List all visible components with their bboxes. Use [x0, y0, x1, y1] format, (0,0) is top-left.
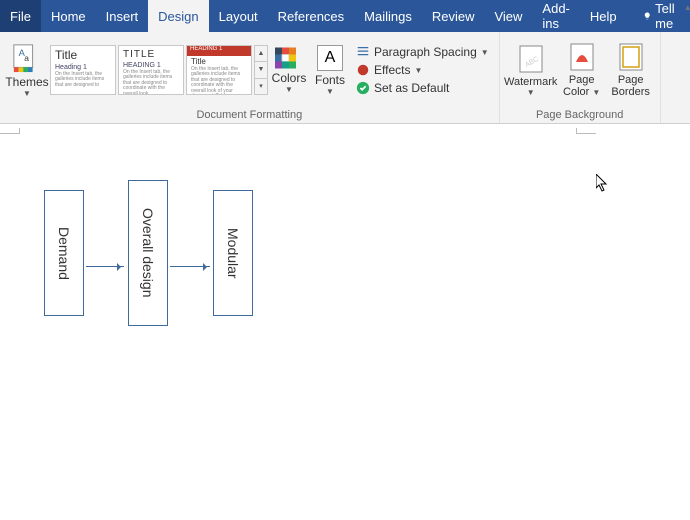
page-color-icon — [569, 42, 595, 72]
tab-review[interactable]: Review — [422, 0, 485, 32]
lightbulb-icon — [643, 9, 652, 23]
paragraph-spacing-icon — [356, 45, 370, 59]
svg-text:a: a — [24, 53, 29, 63]
check-circle-icon — [356, 81, 370, 95]
style-set-3[interactable]: HEADING 1 Title On the Insert tab, the g… — [186, 45, 252, 95]
fonts-icon: A — [317, 45, 343, 71]
tab-bar: File Home Insert Design Layout Reference… — [0, 0, 690, 32]
chevron-down-icon: ▼ — [414, 66, 422, 75]
shape-box-modular[interactable]: Modular — [213, 190, 253, 316]
gallery-more[interactable]: ▾ — [255, 79, 267, 94]
tab-home[interactable]: Home — [41, 0, 96, 32]
shape-text: Overall design — [140, 208, 156, 298]
mouse-cursor-icon — [596, 174, 608, 192]
tab-addins[interactable]: Add-ins — [532, 0, 579, 32]
style-set-2[interactable]: TITLE HEADING 1 On the Insert tab, the g… — [118, 45, 184, 95]
formatting-options: Paragraph Spacing ▼ Effects ▼ Set as Def… — [350, 42, 495, 98]
group-label-doc-formatting: Document Formatting — [0, 108, 499, 123]
connector-arrow-1[interactable] — [86, 266, 124, 267]
chevron-down-icon: ▼ — [527, 90, 535, 96]
gallery-scroll-down[interactable]: ▼ — [255, 62, 267, 78]
tab-insert[interactable]: Insert — [96, 0, 149, 32]
document-canvas[interactable]: Demand Overall design Modular — [0, 124, 690, 520]
effects-icon — [356, 63, 370, 77]
tab-view[interactable]: View — [484, 0, 532, 32]
effects-button[interactable]: Effects ▼ — [354, 62, 491, 78]
page-margin-mark-left — [0, 128, 20, 134]
colors-icon — [275, 47, 303, 69]
shape-text: Modular — [225, 228, 241, 279]
themes-button[interactable]: A a Themes ▼ — [4, 34, 50, 106]
tab-references[interactable]: References — [268, 0, 354, 32]
tab-layout[interactable]: Layout — [209, 0, 268, 32]
group-document-formatting: A a Themes ▼ Title Heading 1 On the Inse… — [0, 32, 500, 123]
colors-button[interactable]: Colors ▼ — [268, 34, 310, 106]
shape-box-overall-design[interactable]: Overall design — [128, 180, 168, 326]
gallery-scroll: ▲ ▼ ▾ — [254, 45, 268, 95]
shape-box-demand[interactable]: Demand — [44, 190, 84, 316]
chevron-down-icon: ▼ — [592, 88, 600, 97]
chevron-down-icon: ▼ — [23, 91, 31, 97]
paragraph-spacing-button[interactable]: Paragraph Spacing ▼ — [354, 44, 491, 60]
shape-text: Demand — [56, 227, 72, 280]
tab-design[interactable]: Design — [148, 0, 208, 32]
group-page-background: ABC Watermark ▼ Page Color ▼ Page Border… — [500, 32, 661, 123]
ribbon: A a Themes ▼ Title Heading 1 On the Inse… — [0, 32, 690, 124]
connector-arrow-2[interactable] — [170, 266, 210, 267]
group-label-page-bg: Page Background — [500, 108, 660, 123]
page-borders-icon — [618, 42, 644, 72]
chevron-down-icon: ▼ — [285, 87, 293, 93]
fonts-button[interactable]: A Fonts ▼ — [310, 34, 350, 106]
watermark-icon: ABC — [518, 44, 544, 74]
ribbon-collapse-icon[interactable]: ▴ — [685, 2, 690, 13]
page-borders-button[interactable]: Page Borders — [606, 34, 656, 106]
style-set-gallery: Title Heading 1 On the Insert tab, the g… — [50, 45, 268, 95]
watermark-button[interactable]: ABC Watermark ▼ — [504, 34, 558, 106]
gallery-scroll-up[interactable]: ▲ — [255, 46, 267, 62]
tab-help[interactable]: Help — [580, 0, 627, 32]
chevron-down-icon: ▼ — [326, 89, 334, 95]
page-margin-mark-right — [576, 128, 596, 134]
themes-icon: A a — [12, 43, 42, 73]
page-color-button[interactable]: Page Color ▼ — [558, 34, 606, 106]
chevron-down-icon: ▼ — [481, 48, 489, 57]
tab-file[interactable]: File — [0, 0, 41, 32]
style-set-1[interactable]: Title Heading 1 On the Insert tab, the g… — [50, 45, 116, 95]
tab-mailings[interactable]: Mailings — [354, 0, 422, 32]
set-as-default-button[interactable]: Set as Default — [354, 80, 491, 96]
tell-me-search[interactable]: Tell me — [633, 0, 690, 32]
